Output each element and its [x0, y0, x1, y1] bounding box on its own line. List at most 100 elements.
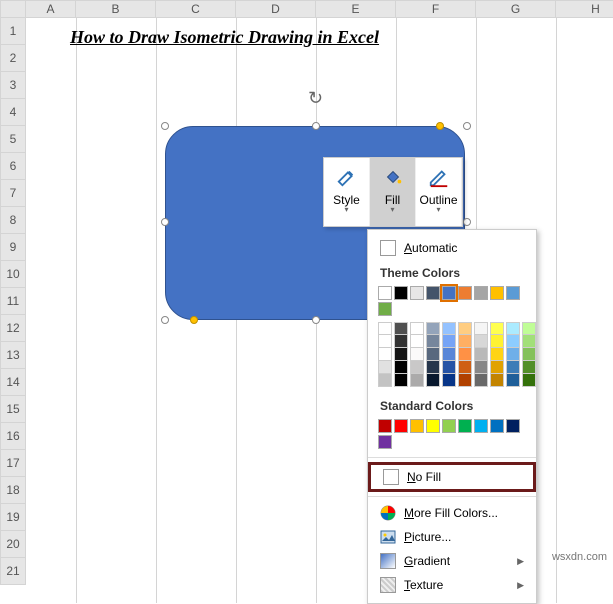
row-header[interactable]: 8 — [0, 207, 26, 234]
color-swatch[interactable] — [442, 286, 456, 300]
resize-handle[interactable] — [161, 218, 169, 226]
row-header[interactable]: 12 — [0, 315, 26, 342]
row-header[interactable]: 14 — [0, 369, 26, 396]
color-swatch[interactable] — [426, 286, 440, 300]
picture-option[interactable]: Picture... — [368, 525, 536, 549]
color-shade[interactable] — [474, 361, 488, 374]
more-fill-colors-option[interactable]: More Fill Colors... — [368, 501, 536, 525]
color-shade[interactable] — [410, 335, 424, 348]
color-swatch[interactable] — [394, 419, 408, 433]
color-shade[interactable] — [490, 322, 504, 335]
color-shade[interactable] — [490, 348, 504, 361]
row-header[interactable]: 9 — [0, 234, 26, 261]
resize-handle[interactable] — [312, 316, 320, 324]
color-shade[interactable] — [458, 322, 472, 335]
color-shade[interactable] — [474, 335, 488, 348]
style-button[interactable]: Style ▾ — [324, 158, 370, 226]
color-swatch[interactable] — [442, 419, 456, 433]
col-header[interactable]: H — [556, 0, 613, 18]
color-shade[interactable] — [394, 348, 408, 361]
resize-handle[interactable] — [161, 316, 169, 324]
row-header[interactable]: 5 — [0, 126, 26, 153]
color-swatch[interactable] — [490, 286, 504, 300]
color-shade[interactable] — [426, 335, 440, 348]
color-swatch[interactable] — [378, 302, 392, 316]
color-shade[interactable] — [442, 361, 456, 374]
automatic-option[interactable]: Automatic — [368, 236, 536, 260]
resize-handle[interactable] — [463, 218, 471, 226]
color-shade[interactable] — [474, 348, 488, 361]
resize-handle[interactable] — [312, 122, 320, 130]
color-shade[interactable] — [394, 322, 408, 335]
col-header[interactable]: F — [396, 0, 476, 18]
color-swatch[interactable] — [378, 286, 392, 300]
color-shade[interactable] — [410, 361, 424, 374]
color-shade[interactable] — [458, 348, 472, 361]
texture-option[interactable]: Texture ▶ — [368, 573, 536, 597]
color-shade[interactable] — [394, 335, 408, 348]
adjust-handle[interactable] — [436, 122, 444, 130]
col-header[interactable]: C — [156, 0, 236, 18]
color-swatch[interactable] — [378, 435, 392, 449]
color-shade[interactable] — [442, 374, 456, 387]
color-swatch[interactable] — [378, 419, 392, 433]
rotate-handle-icon[interactable]: ↻ — [308, 88, 328, 108]
row-header[interactable]: 18 — [0, 477, 26, 504]
color-shade[interactable] — [458, 335, 472, 348]
color-shade[interactable] — [522, 322, 536, 335]
color-shade[interactable] — [442, 322, 456, 335]
fill-button[interactable]: Fill ▾ — [370, 158, 416, 226]
col-header[interactable]: A — [26, 0, 76, 18]
color-shade[interactable] — [522, 335, 536, 348]
color-shade[interactable] — [442, 335, 456, 348]
color-shade[interactable] — [474, 322, 488, 335]
color-shade[interactable] — [394, 361, 408, 374]
select-all-cells[interactable] — [0, 0, 26, 18]
outline-button[interactable]: Outline ▾ — [416, 158, 462, 226]
row-header[interactable]: 20 — [0, 531, 26, 558]
color-swatch[interactable] — [474, 286, 488, 300]
row-header[interactable]: 4 — [0, 99, 26, 126]
col-header[interactable]: D — [236, 0, 316, 18]
row-header[interactable]: 17 — [0, 450, 26, 477]
row-header[interactable]: 15 — [0, 396, 26, 423]
color-swatch[interactable] — [394, 286, 408, 300]
no-fill-option[interactable]: No Fill — [368, 462, 536, 492]
color-shade[interactable] — [522, 374, 536, 387]
adjust-handle[interactable] — [190, 316, 198, 324]
resize-handle[interactable] — [463, 122, 471, 130]
col-header[interactable]: E — [316, 0, 396, 18]
row-header[interactable]: 7 — [0, 180, 26, 207]
color-shade[interactable] — [490, 335, 504, 348]
color-shade[interactable] — [442, 348, 456, 361]
color-shade[interactable] — [378, 374, 392, 387]
color-shade[interactable] — [426, 361, 440, 374]
row-header[interactable]: 11 — [0, 288, 26, 315]
color-shade[interactable] — [458, 361, 472, 374]
row-header[interactable]: 1 — [0, 18, 26, 45]
color-shade[interactable] — [426, 348, 440, 361]
row-header[interactable]: 3 — [0, 72, 26, 99]
color-swatch[interactable] — [458, 419, 472, 433]
color-shade[interactable] — [490, 374, 504, 387]
row-header[interactable]: 16 — [0, 423, 26, 450]
row-header[interactable]: 2 — [0, 45, 26, 72]
color-swatch[interactable] — [506, 419, 520, 433]
color-shade[interactable] — [506, 348, 520, 361]
color-shade[interactable] — [410, 374, 424, 387]
color-shade[interactable] — [522, 348, 536, 361]
color-shade[interactable] — [506, 335, 520, 348]
color-shade[interactable] — [458, 374, 472, 387]
color-swatch[interactable] — [410, 286, 424, 300]
resize-handle[interactable] — [161, 122, 169, 130]
color-swatch[interactable] — [426, 419, 440, 433]
color-shade[interactable] — [426, 322, 440, 335]
color-swatch[interactable] — [490, 419, 504, 433]
color-shade[interactable] — [378, 335, 392, 348]
col-header[interactable]: B — [76, 0, 156, 18]
color-swatch[interactable] — [506, 286, 520, 300]
row-header[interactable]: 19 — [0, 504, 26, 531]
color-shade[interactable] — [426, 374, 440, 387]
color-shade[interactable] — [394, 374, 408, 387]
row-header[interactable]: 10 — [0, 261, 26, 288]
